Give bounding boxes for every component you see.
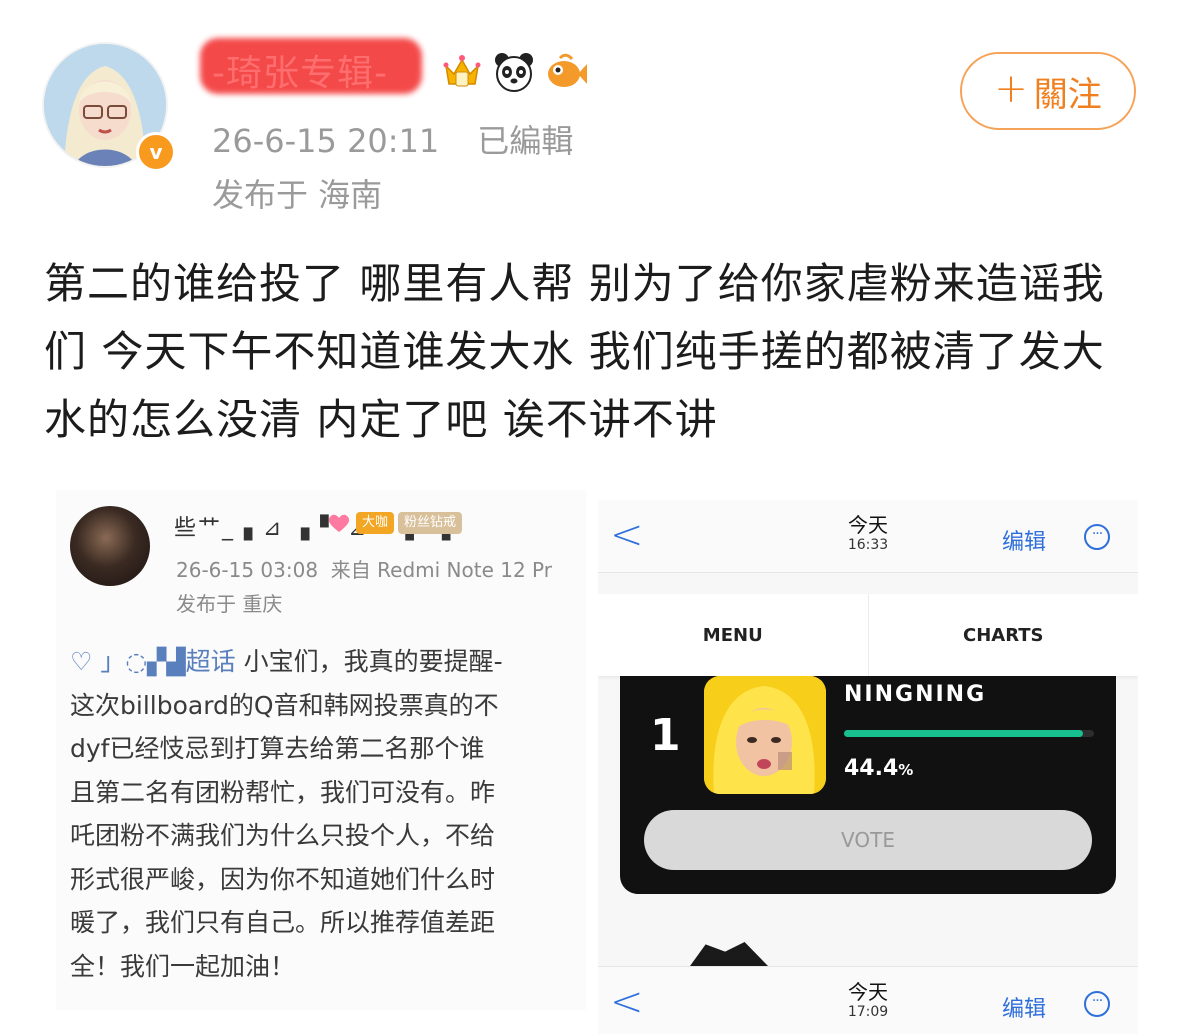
embedded-device: 来自 Redmi Note 12 Pr [330, 558, 552, 582]
embedded-post-screenshot[interactable]: 些艹_ ▖⊿ ▗ ▘ ⊿ ▘ ▖ ▗ 大咖 粉丝钻戒 26-6-15 03:08… [56, 490, 586, 1010]
artist-name: NINGNING [844, 682, 987, 707]
chat-time: 16:33 [847, 537, 889, 553]
post-location: 发布于 海南 [212, 176, 383, 214]
chat-top-bar-2: < 今天 17:09 编辑 ··· [598, 966, 1138, 1034]
post-body-text: 第二的谁给投了 哪里有人帮 别为了给你家虐粉来造谣我们 今天下午不知道谁发大水 … [44, 259, 1105, 444]
embedded-line: 且第二名有团粉帮忙，我们可没有。昨 [70, 777, 496, 807]
author-avatar-wrap[interactable]: v [42, 42, 176, 172]
embedded-line: 吒团粉不满我们为什么只投个人，不给 [70, 821, 496, 850]
percent-unit: % [898, 761, 914, 779]
post-meta: 26-6-15 20:11 已編輯 [212, 116, 573, 162]
edited-label[interactable]: 已編輯 [477, 122, 573, 160]
next-thumbnail-partial [690, 942, 768, 966]
post-timestamp: 26-6-15 20:11 [212, 122, 440, 160]
more-options-icon[interactable]: ··· [1084, 991, 1110, 1017]
chat-title-2: 今天 17:09 [598, 981, 1138, 1021]
embedded-line: 暖了，我们只有自己。所以推荐值差距 [70, 908, 496, 937]
tab-menu[interactable]: MENU [598, 594, 868, 676]
fish-badge-icon [548, 53, 587, 87]
author-badges [440, 50, 588, 94]
embedded-avatar [70, 506, 150, 586]
vote-progress-fill [844, 730, 1083, 737]
embedded-line: ♡ 」◌▞▟超话 小宝们，我真的要提醒- [70, 640, 586, 684]
follow-button[interactable]: + 關注 [960, 52, 1136, 130]
embedded-line: dyf已经忮忌到打算去给第二名那个谁 [70, 734, 485, 763]
embedded-badges: 大咖 粉丝钻戒 [326, 512, 463, 534]
embedded-timestamp: 26-6-15 03:08 [176, 558, 319, 582]
chat-title: 今天 16:33 [598, 514, 1138, 554]
follow-label: 關注 [1033, 74, 1102, 115]
chat-top-bar: < 今天 16:33 编辑 ··· [598, 500, 1138, 573]
more-options-icon[interactable]: ··· [1084, 524, 1110, 550]
embedded-badge-vip: 大咖 [356, 512, 395, 534]
verified-badge-icon: v [136, 132, 176, 172]
embedded-line: 这次billboard的Q音和韩网投票真的不 [70, 690, 499, 720]
edit-button[interactable]: 编辑 [1002, 524, 1046, 556]
tab-charts[interactable]: CHARTS [867, 594, 1139, 676]
vote-tabs: MENU CHARTS [598, 594, 1138, 676]
heart-badge-icon [328, 514, 350, 532]
embedded-location: 发布于 重庆 [176, 592, 283, 616]
artist-thumbnail [704, 676, 826, 794]
embedded-line: 全！我们一起加油！ [70, 951, 296, 981]
vote-screenshot[interactable]: < 今天 16:33 编辑 ··· MENU CHARTS 1 NINGNING [598, 500, 1138, 1034]
artist-image [704, 676, 826, 794]
crown-badge-icon [443, 55, 481, 87]
panda-badge-icon [495, 53, 533, 92]
embedded-post-text: ♡ 」◌▞▟超话 小宝们，我真的要提醒- 这次billboard的Q音和韩网投票… [70, 640, 586, 988]
chat-day: 今天 [848, 980, 888, 1004]
edit-button[interactable]: 编辑 [1002, 991, 1046, 1023]
vote-percentage: 44.4% [844, 756, 913, 781]
post-author-name[interactable]: -琦张专辑- [212, 44, 388, 96]
embedded-badge-fan: 粉丝钻戒 [398, 512, 463, 534]
vote-progress-track [844, 730, 1094, 737]
rank-number: 1 [650, 710, 681, 761]
embedded-line: 形式很严峻，因为你不知道她们什么时 [70, 864, 496, 894]
chat-day: 今天 [848, 513, 888, 537]
supertopic-link[interactable]: ♡ 」◌▞▟超话 [70, 647, 236, 676]
percent-value: 44.4 [844, 756, 899, 781]
embedded-meta: 26-6-15 03:08 来自 Redmi Note 12 Pr [176, 554, 552, 583]
chat-time: 17:09 [847, 1004, 889, 1020]
vote-card: 1 NINGNING 44.4% VOTE [620, 676, 1116, 894]
embedded-line-text: 小宝们，我真的要提醒- [235, 647, 503, 676]
plus-icon: + [994, 66, 1028, 112]
vote-button[interactable]: VOTE [644, 810, 1092, 870]
